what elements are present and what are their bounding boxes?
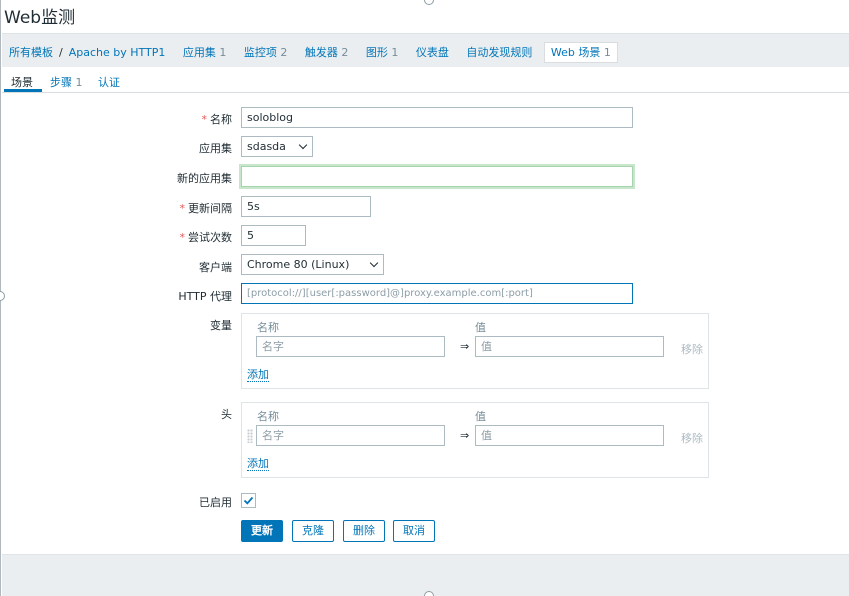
crumb-separator: / bbox=[59, 46, 63, 59]
variables-value-header: 值 bbox=[475, 321, 486, 334]
attempts-input[interactable]: 5 bbox=[241, 225, 306, 246]
footer bbox=[2, 554, 849, 596]
headers-value-header: 值 bbox=[475, 410, 486, 423]
update-interval-input[interactable]: 5s bbox=[241, 196, 371, 217]
tab-authentication[interactable]: 认证 bbox=[98, 74, 120, 90]
crumb-dashboards[interactable]: 仪表盘 bbox=[416, 46, 449, 59]
resize-handle-bottom-icon[interactable] bbox=[424, 591, 434, 596]
enabled-label: 已启用 bbox=[199, 496, 232, 509]
crumb-discovery[interactable]: 自动发现规则 bbox=[466, 46, 532, 59]
name-label: * 名称 bbox=[201, 113, 233, 126]
headers-table: 名称 值 名字 ⇒ 值 移除 添加 bbox=[241, 402, 709, 478]
clone-button[interactable]: 克隆 bbox=[292, 520, 334, 542]
header-remove-button[interactable]: 移除 bbox=[681, 430, 703, 446]
variables-label: 变量 bbox=[210, 319, 232, 332]
agent-label: 客户端 bbox=[199, 261, 232, 274]
chevron-down-icon bbox=[369, 258, 379, 268]
tab-steps[interactable]: 步骤 1 bbox=[50, 74, 83, 90]
tab-scenario[interactable]: 场景 bbox=[11, 74, 33, 90]
new-application-input[interactable] bbox=[241, 166, 633, 187]
mapping-arrow-icon: ⇒ bbox=[460, 340, 470, 353]
variable-remove-button[interactable]: 移除 bbox=[681, 341, 703, 357]
application-select[interactable]: sdasda bbox=[241, 136, 313, 157]
headers-label: 头 bbox=[221, 408, 232, 421]
checkmark-icon bbox=[243, 496, 254, 505]
variable-add-button[interactable]: 添加 bbox=[247, 368, 269, 382]
agent-select-value: Chrome 80 (Linux) bbox=[247, 258, 350, 271]
name-input[interactable]: soloblog bbox=[241, 107, 633, 128]
agent-select[interactable]: Chrome 80 (Linux) bbox=[241, 254, 384, 275]
page-title: Web监测 bbox=[4, 8, 76, 28]
chevron-down-icon bbox=[298, 140, 308, 150]
variable-name-input[interactable]: 名字 bbox=[256, 336, 445, 357]
header-name-input[interactable]: 名字 bbox=[256, 425, 445, 446]
enabled-checkbox[interactable] bbox=[241, 493, 256, 508]
new-application-label: 新的应用集 bbox=[177, 172, 232, 185]
crumb-web-scenarios[interactable]: Web 场景 1 bbox=[543, 42, 618, 63]
http-proxy-input[interactable]: [protocol://][user[:password]@]proxy.exa… bbox=[241, 283, 633, 304]
http-proxy-label: HTTP 代理 bbox=[178, 290, 232, 303]
application-select-value: sdasda bbox=[247, 140, 286, 153]
delete-button[interactable]: 删除 bbox=[343, 520, 385, 542]
cancel-button[interactable]: 取消 bbox=[393, 520, 435, 542]
variable-value-input[interactable]: 值 bbox=[475, 336, 664, 357]
header-add-button[interactable]: 添加 bbox=[247, 457, 269, 471]
update-button[interactable]: 更新 bbox=[241, 520, 283, 542]
tab-bar: 场景 步骤 1 认证 bbox=[2, 67, 849, 93]
breadcrumb: 所有模板 / Apache by HTTP1 应用集 1 监控项 2 触发器 2 图… bbox=[2, 33, 849, 67]
tab-active-indicator bbox=[4, 89, 42, 92]
crumb-all-templates[interactable]: 所有模板 bbox=[9, 46, 53, 59]
crumb-triggers[interactable]: 触发器 2 bbox=[305, 46, 349, 59]
variables-name-header: 名称 bbox=[257, 321, 279, 334]
header-value-input[interactable]: 值 bbox=[475, 425, 664, 446]
mapping-arrow-icon: ⇒ bbox=[460, 429, 470, 442]
crumb-applications[interactable]: 应用集 1 bbox=[183, 46, 227, 59]
application-label: 应用集 bbox=[199, 142, 232, 155]
crumb-items[interactable]: 监控项 2 bbox=[244, 46, 288, 59]
variables-table: 名称 值 名字 ⇒ 值 移除 添加 bbox=[241, 313, 709, 389]
crumb-template[interactable]: Apache by HTTP1 bbox=[69, 46, 166, 59]
window: Web监测 所有模板 / Apache by HTTP1 应用集 1 监控项 2 触… bbox=[0, 0, 849, 596]
crumb-graphs[interactable]: 图形 1 bbox=[366, 46, 399, 59]
attempts-label: * 尝试次数 bbox=[179, 231, 233, 244]
update-interval-label: * 更新间隔 bbox=[179, 202, 233, 215]
drag-handle-icon[interactable] bbox=[247, 429, 253, 443]
headers-name-header: 名称 bbox=[257, 410, 279, 423]
